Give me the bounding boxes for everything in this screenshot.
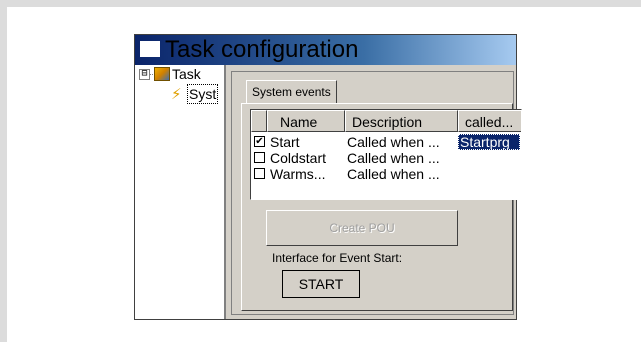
event-checkbox[interactable] (254, 152, 265, 163)
tree-item-task[interactable]: Task (172, 65, 201, 83)
column-header-check[interactable] (251, 110, 267, 132)
event-description: Called when ... (347, 166, 440, 182)
interface-label: Interface for Event Start: (272, 251, 403, 265)
tree-connector (149, 74, 153, 75)
event-called-pou[interactable]: Startprg (458, 134, 520, 150)
task-icon (154, 67, 170, 81)
event-description: Called when ... (347, 134, 440, 150)
event-name: Warms... (270, 166, 326, 182)
system-events-panel: System events Name Description called...… (231, 71, 522, 315)
frame-left-border (0, 0, 7, 342)
column-header-description[interactable]: Description (345, 110, 458, 132)
lightning-icon: ⚡ (171, 86, 182, 103)
events-table[interactable]: Name Description called... ✔ Start Calle… (250, 109, 522, 200)
event-checkbox[interactable] (254, 168, 265, 179)
event-name: Start (270, 134, 300, 150)
event-description: Called when ... (347, 150, 440, 166)
table-row[interactable]: Warms... Called when ... (251, 166, 521, 182)
title-bar[interactable]: Task configuration (135, 35, 516, 65)
tab-page: Name Description called... ✔ Start Calle… (241, 103, 522, 311)
frame-top-border (0, 0, 641, 7)
column-header-called[interactable]: called... (458, 110, 521, 132)
column-header-name[interactable]: Name (267, 110, 345, 132)
window-title: Task configuration (165, 36, 359, 63)
table-row[interactable]: ✔ Start Called when ... Startprg (251, 134, 521, 150)
tab-system-events[interactable]: System events (246, 80, 337, 104)
window-icon (140, 41, 160, 57)
tree-item-system-events[interactable]: Syst (187, 84, 219, 104)
event-name: Coldstart (270, 150, 327, 166)
table-header: Name Description called... (251, 110, 521, 132)
create-pou-button[interactable]: Create POU (266, 210, 458, 246)
interface-value-box: START (282, 270, 360, 298)
tree-pane: ⊟ Task ⚡ Syst (135, 65, 226, 319)
task-configuration-window: Task configuration ⊟ Task ⚡ Syst System … (134, 34, 522, 320)
table-row[interactable]: Coldstart Called when ... (251, 150, 521, 166)
event-checkbox[interactable]: ✔ (254, 136, 265, 147)
